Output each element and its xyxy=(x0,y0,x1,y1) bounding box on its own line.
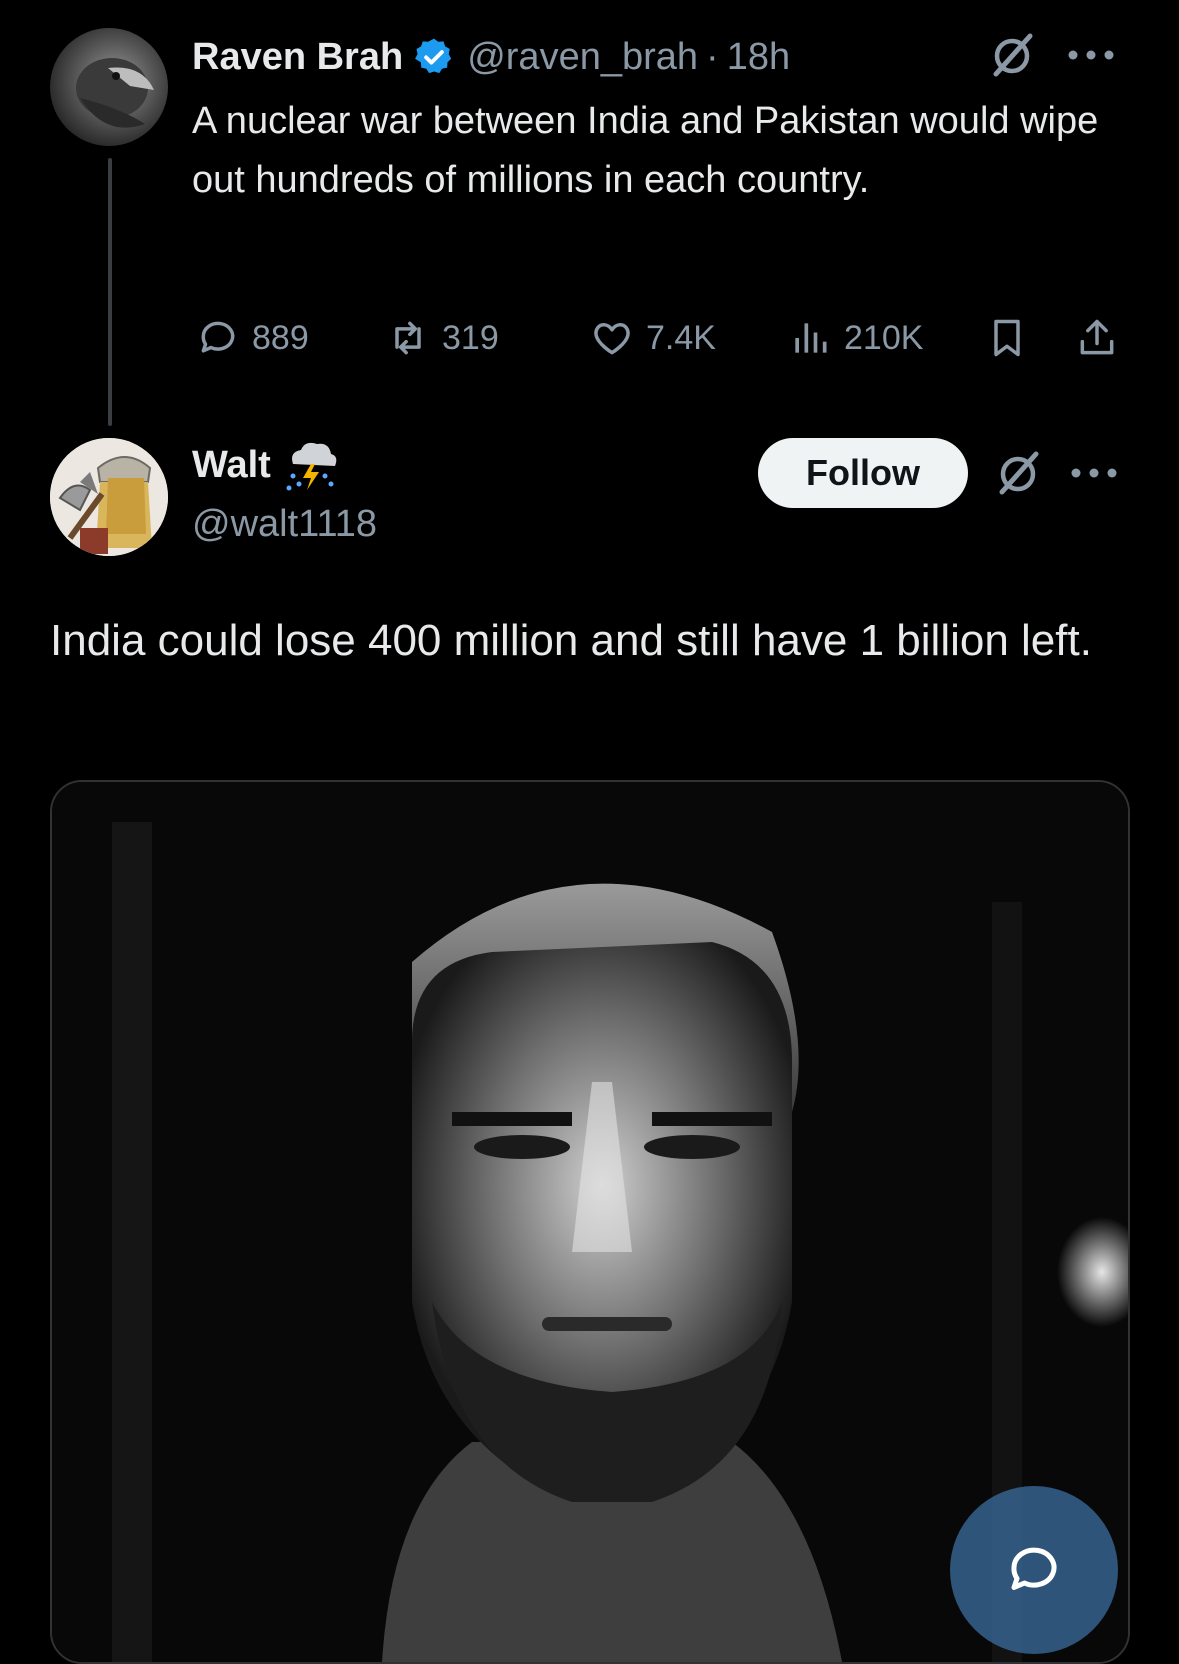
tweet-text: A nuclear war between India and Pakistan… xyxy=(192,100,1099,201)
reply-count: 889 xyxy=(252,318,309,357)
reply-button[interactable]: 889 xyxy=(196,316,309,360)
repost-count: 319 xyxy=(442,318,499,357)
reply-author-name[interactable]: Walt xyxy=(192,444,271,487)
compose-reply-fab[interactable] xyxy=(950,1486,1118,1654)
storm-cloud-icon xyxy=(281,436,341,494)
views-icon xyxy=(795,323,827,353)
share-icon xyxy=(1080,319,1114,355)
bookmark-button[interactable] xyxy=(985,316,1041,360)
avatar-walt[interactable] xyxy=(50,438,168,556)
views-button[interactable]: 210K xyxy=(788,316,923,360)
viking-avatar-image xyxy=(50,438,168,556)
tweet-header: Raven Brah @raven_brah · 18h xyxy=(192,28,790,86)
like-button[interactable]: 7.4K xyxy=(590,316,716,360)
share-button[interactable] xyxy=(1075,316,1131,360)
grok-icon[interactable] xyxy=(994,448,1044,498)
reply-icon xyxy=(201,321,235,353)
tweet-time[interactable]: 18h xyxy=(727,36,790,79)
bookmark-icon xyxy=(994,319,1020,357)
like-count: 7.4K xyxy=(646,318,716,357)
repost-button[interactable]: 319 xyxy=(386,316,499,360)
follow-button[interactable]: Follow xyxy=(758,438,968,508)
reply-icon xyxy=(1011,1547,1057,1590)
more-options-icon[interactable] xyxy=(1068,462,1120,484)
author-handle[interactable]: @raven_brah xyxy=(467,36,698,79)
more-options-icon[interactable] xyxy=(1065,44,1117,66)
reply-header: Walt xyxy=(192,436,341,494)
reply-text: India could lose 400 million and still h… xyxy=(50,616,1092,665)
reply-author-handle[interactable]: @walt1118 xyxy=(192,503,377,546)
verified-badge-icon xyxy=(413,36,455,78)
author-name[interactable]: Raven Brah xyxy=(192,36,403,79)
header-separator: · xyxy=(706,35,719,78)
heart-icon xyxy=(594,323,630,355)
thread-line xyxy=(108,158,112,426)
raven-avatar-image xyxy=(76,58,154,128)
grok-icon[interactable] xyxy=(988,30,1038,80)
views-count: 210K xyxy=(844,318,924,357)
avatar-raven-brah[interactable] xyxy=(50,28,168,146)
repost-icon xyxy=(395,321,421,355)
